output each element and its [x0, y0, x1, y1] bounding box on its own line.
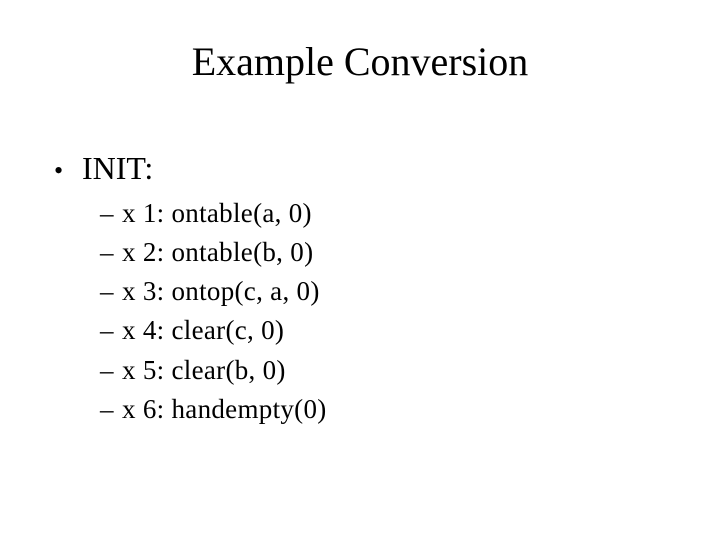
bullet-level2-label: x 5: clear(b, 0) [122, 351, 286, 390]
bullet-level2-label: x 2: ontable(b, 0) [122, 233, 313, 272]
slide-body: • INIT: – x 1: ontable(a, 0) – x 2: onta… [54, 148, 666, 429]
bullet-level2-label: x 4: clear(c, 0) [122, 311, 284, 350]
bullet-level2: – x 4: clear(c, 0) [100, 311, 666, 350]
bullet-level1-label: INIT: [82, 148, 153, 188]
bullet-glyph-l2: – [100, 233, 122, 272]
bullet-glyph-l2: – [100, 390, 122, 429]
sub-bullet-list: – x 1: ontable(a, 0) – x 2: ontable(b, 0… [100, 194, 666, 429]
bullet-level2-label: x 3: ontop(c, a, 0) [122, 272, 320, 311]
bullet-level2-label: x 1: ontable(a, 0) [122, 194, 312, 233]
slide: Example Conversion • INIT: – x 1: ontabl… [0, 0, 720, 540]
bullet-level2: – x 1: ontable(a, 0) [100, 194, 666, 233]
bullet-glyph-l2: – [100, 194, 122, 233]
slide-title: Example Conversion [0, 38, 720, 85]
bullet-level2: – x 3: ontop(c, a, 0) [100, 272, 666, 311]
bullet-level2: – x 6: handempty(0) [100, 390, 666, 429]
bullet-glyph-l2: – [100, 311, 122, 350]
bullet-glyph-l1: • [54, 155, 82, 188]
bullet-level2-label: x 6: handempty(0) [122, 390, 327, 429]
bullet-level2: – x 5: clear(b, 0) [100, 351, 666, 390]
bullet-glyph-l2: – [100, 351, 122, 390]
bullet-level2: – x 2: ontable(b, 0) [100, 233, 666, 272]
bullet-glyph-l2: – [100, 272, 122, 311]
bullet-level1: • INIT: [54, 148, 666, 188]
